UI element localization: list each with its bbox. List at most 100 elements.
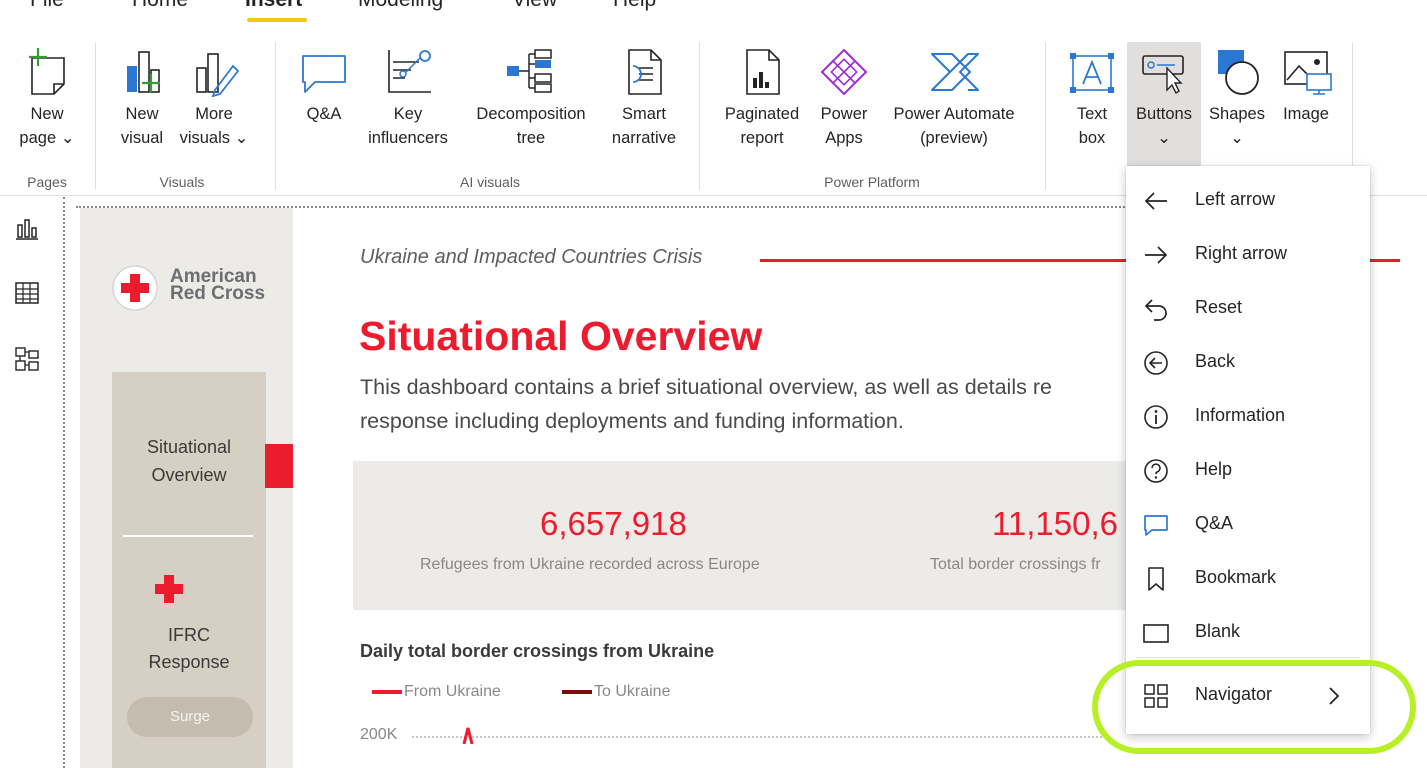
text-box-label-1: Text	[1076, 105, 1108, 123]
page-description: This dashboard contains a brief situatio…	[360, 370, 1160, 438]
menu-item-label: Right arrow	[1195, 243, 1288, 263]
image-icon	[1274, 46, 1338, 98]
kpi-value-refugees: 6,657,918	[540, 505, 687, 542]
menu-item-blank[interactable]: Blank	[1126, 605, 1370, 659]
new-visual-label-1: New	[125, 105, 159, 123]
smart-narrative-button[interactable]: Smart narrative	[603, 46, 685, 150]
new-page-button[interactable]: New page ⌄	[10, 46, 84, 150]
menu-item-label: Reset	[1195, 297, 1243, 317]
tab-modeling[interactable]: Modeling	[358, 0, 443, 12]
buttons-dropdown-menu: Left arrow Right arrow Reset Back Inform…	[1126, 166, 1370, 734]
active-tab-indicator	[247, 18, 307, 22]
right-arrow-icon	[1142, 241, 1170, 269]
new-page-icon	[10, 46, 84, 98]
nav-label-line-2: Overview	[151, 465, 227, 485]
nav-divider	[123, 535, 253, 537]
shapes-label: Shapes	[1209, 105, 1265, 123]
menu-item-label: Back	[1195, 351, 1236, 371]
key-influencers-button[interactable]: Key influencers	[356, 46, 460, 150]
new-visual-button[interactable]: New visual	[110, 46, 174, 150]
active-page-marker	[265, 444, 293, 488]
menu-item-bookmark[interactable]: Bookmark	[1126, 551, 1370, 605]
paginated-report-label-1: Paginated	[724, 105, 800, 123]
tab-view[interactable]: View	[512, 0, 557, 12]
legend-label: From Ukraine	[404, 683, 501, 700]
tab-help[interactable]: Help	[613, 0, 656, 12]
kpi-label-border-crossings: Total border crossings fr	[930, 556, 1101, 573]
nav-label-line-1: Situational	[146, 437, 232, 457]
shapes-icon	[1202, 46, 1272, 98]
chart-gridline	[412, 736, 1102, 738]
qa-label: Q&A	[306, 105, 342, 123]
chevron-down-icon: ⌄	[234, 129, 249, 147]
menu-item-back[interactable]: Back	[1126, 335, 1370, 389]
qa-icon	[294, 46, 354, 98]
new-page-label-1: New	[30, 105, 64, 123]
text-box-label-2: box	[1078, 129, 1106, 147]
help-icon	[1142, 457, 1170, 485]
qa-visual-button[interactable]: Q&A	[294, 46, 354, 126]
nav-item-situational-overview[interactable]: Situational Overview	[112, 433, 266, 489]
menu-item-reset[interactable]: Reset	[1126, 281, 1370, 335]
paginated-report-button[interactable]: Paginated report	[714, 46, 810, 150]
model-view-icon[interactable]	[13, 345, 41, 373]
chart-title: Daily total border crossings from Ukrain…	[360, 641, 715, 661]
series-line-from-ukraine	[460, 724, 480, 749]
menu-item-label: Bookmark	[1195, 567, 1277, 587]
new-visual-label-2: visual	[120, 129, 164, 147]
legend-label: To Ukraine	[594, 683, 671, 700]
image-button[interactable]: Image	[1274, 46, 1338, 126]
more-visuals-button[interactable]: More visuals ⌄	[176, 46, 252, 150]
tab-file[interactable]: File	[30, 0, 64, 12]
y-axis-tick: 200K	[360, 726, 398, 743]
report-kicker: Ukraine and Impacted Countries Crisis	[360, 246, 703, 268]
menu-item-label: Left arrow	[1195, 189, 1276, 209]
canvas-boundary	[63, 197, 65, 768]
new-visual-icon	[110, 46, 174, 98]
description-line-1: This dashboard contains a brief situatio…	[360, 375, 1052, 399]
chevron-down-icon: ⌄	[1157, 129, 1171, 147]
key-influencers-label-2: influencers	[368, 129, 448, 147]
image-label: Image	[1283, 105, 1329, 123]
org-name-line-2: Red Cross	[170, 283, 266, 304]
power-automate-button[interactable]: Power Automate (preview)	[878, 46, 1030, 150]
nav-item-ifrc-response[interactable]: IFRC Response	[112, 622, 266, 676]
text-box-button[interactable]: Text box	[1062, 46, 1122, 150]
menu-item-qa[interactable]: Q&A	[1126, 497, 1370, 551]
decomposition-tree-label-1: Decomposition	[476, 105, 586, 123]
menu-item-help[interactable]: Help	[1126, 443, 1370, 497]
menu-separator	[1136, 657, 1360, 658]
text-box-icon	[1062, 46, 1122, 98]
ifrc-logo-icon	[150, 563, 230, 618]
report-view-icon[interactable]	[13, 215, 41, 243]
menu-item-label: Blank	[1195, 621, 1241, 641]
nav-label-line-2: Response	[148, 652, 230, 672]
highlight-annotation	[1092, 660, 1416, 754]
group-label-visuals: Visuals	[159, 174, 205, 190]
kpi-label-refugees: Refugees from Ukraine recorded across Eu…	[420, 556, 760, 573]
tab-insert[interactable]: Insert	[245, 0, 302, 12]
data-view-icon[interactable]	[13, 279, 41, 307]
bookmark-icon	[1142, 565, 1170, 593]
key-influencers-icon	[356, 46, 460, 98]
legend-item-from-ukraine: From Ukraine	[372, 683, 501, 701]
menu-item-information[interactable]: Information	[1126, 389, 1370, 443]
legend-item-to-ukraine: To Ukraine	[562, 683, 670, 701]
red-cross-logo-icon	[110, 263, 160, 318]
power-apps-button[interactable]: Power Apps	[812, 46, 876, 150]
more-visuals-icon	[176, 46, 252, 98]
menu-item-right-arrow[interactable]: Right arrow	[1126, 227, 1370, 281]
decomposition-tree-button[interactable]: Decomposition tree	[462, 46, 600, 150]
menu-item-left-arrow[interactable]: Left arrow	[1126, 173, 1370, 227]
group-label-ai-visuals: AI visuals	[460, 174, 520, 190]
kpi-value-border-crossings: 11,150,6	[992, 505, 1119, 542]
information-icon	[1142, 403, 1170, 431]
org-name: American Red Cross	[170, 267, 266, 304]
ribbon-divider	[1045, 42, 1046, 190]
shapes-button[interactable]: Shapes ⌄	[1202, 46, 1272, 150]
decomposition-tree-icon	[462, 46, 600, 98]
new-page-label-2: page ⌄	[19, 129, 75, 147]
tab-home[interactable]: Home	[132, 0, 188, 12]
nav-button-surge[interactable]: Surge	[127, 697, 253, 737]
paginated-report-icon	[714, 46, 810, 98]
